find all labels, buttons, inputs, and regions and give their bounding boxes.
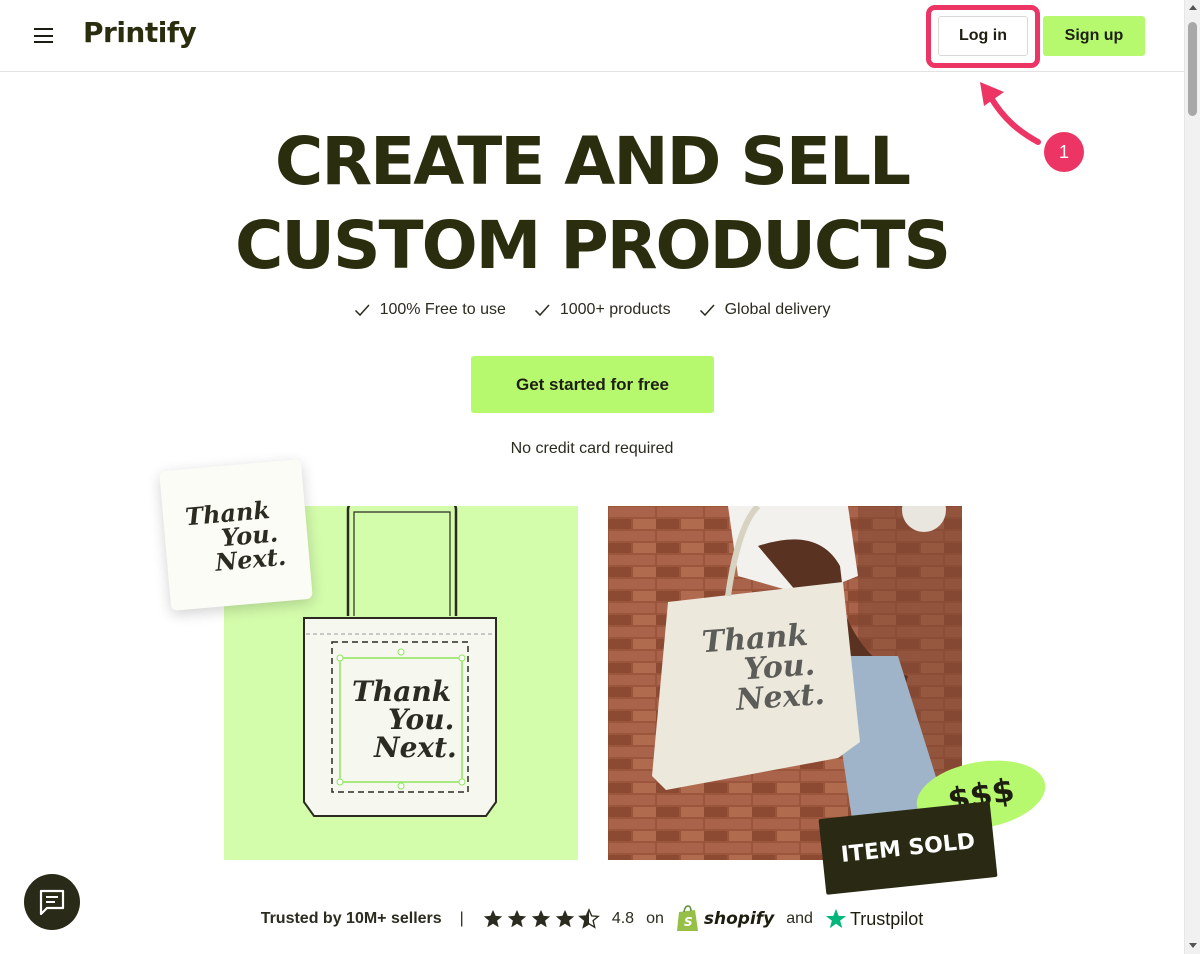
feature-item: 100% Free to use <box>354 301 506 319</box>
top-header: Printify Log in Sign up <box>0 0 1184 72</box>
hero-headline: CREATE AND SELL CUSTOM PRODUCTS <box>0 120 1184 288</box>
half-star-icon <box>577 908 600 929</box>
printify-logo[interactable]: Printify <box>83 16 197 49</box>
design-sticker: Thank You. Next. <box>159 459 313 611</box>
separator: | <box>459 910 464 927</box>
scroll-thumb[interactable] <box>1188 22 1197 116</box>
sellers-count-text: Trusted by 10M+ sellers <box>260 910 442 927</box>
artwork-line: You. <box>388 703 455 736</box>
feature-label: Global delivery <box>724 301 831 318</box>
feature-item: Global delivery <box>699 301 831 319</box>
shopify-label: shopify <box>703 909 775 929</box>
feature-label: 100% Free to use <box>379 301 506 318</box>
artwork-line: Next. <box>374 731 457 764</box>
scroll-down-arrow-icon[interactable] <box>1189 943 1197 948</box>
star-icon <box>483 909 502 928</box>
get-started-button[interactable]: Get started for free <box>471 356 714 413</box>
product-photo: Thank You. Next. <box>608 506 962 860</box>
login-button[interactable]: Log in <box>938 16 1028 56</box>
artwork-line: Thank <box>352 675 452 708</box>
signup-button[interactable]: Sign up <box>1043 16 1145 56</box>
shopify-bag-icon: S <box>676 905 698 931</box>
trustpilot-star-icon <box>825 908 847 929</box>
on-text: on <box>646 910 664 927</box>
chat-widget-button[interactable] <box>24 874 80 930</box>
svg-text:S: S <box>684 915 693 929</box>
rating-stars <box>482 908 600 930</box>
hamburger-menu-icon[interactable] <box>34 28 53 43</box>
trust-bar: Trusted by 10M+ sellers | 4.8 on S shopi… <box>0 905 1184 933</box>
headline-line-1: CREATE AND SELL <box>274 123 911 200</box>
check-icon <box>534 304 550 317</box>
no-credit-card-note: No credit card required <box>510 440 674 457</box>
and-text: and <box>786 910 813 927</box>
feature-item: 1000+ products <box>534 301 671 319</box>
tote-print-artwork: Thank You. Next. <box>352 678 457 762</box>
star-icon <box>507 909 526 928</box>
headline-line-2: CUSTOM PRODUCTS <box>234 207 951 284</box>
star-icon <box>555 909 574 928</box>
trustpilot-label: Trustpilot <box>849 908 924 929</box>
star-icon <box>531 909 550 928</box>
shopify-logo[interactable]: S shopify <box>676 905 774 933</box>
sticker-artwork: Thank You. Next. <box>184 495 287 577</box>
rating-value: 4.8 <box>611 910 635 927</box>
check-icon <box>354 304 370 317</box>
photo-tote-artwork: Thank You. Next. <box>701 618 826 718</box>
check-icon <box>699 304 715 317</box>
chat-icon <box>39 889 65 916</box>
trustpilot-logo[interactable]: Trustpilot <box>825 908 923 930</box>
feature-label: 1000+ products <box>559 301 671 318</box>
page-scrollbar[interactable] <box>1184 0 1200 954</box>
feature-list: 100% Free to use 1000+ products Global d… <box>0 301 1184 319</box>
scroll-up-arrow-icon[interactable] <box>1189 5 1197 10</box>
